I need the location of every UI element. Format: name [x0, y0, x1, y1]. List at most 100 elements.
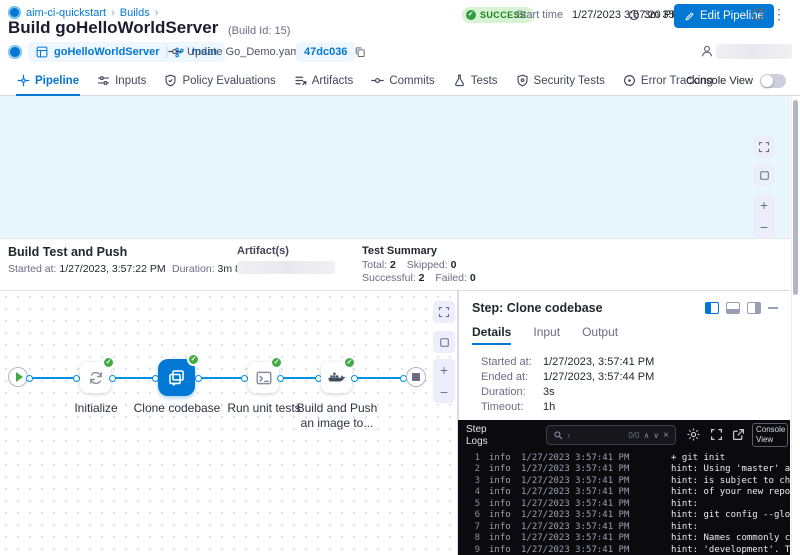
- build-tabs: Pipeline Inputs Policy Evaluations Artif…: [0, 66, 800, 96]
- breadcrumb-project[interactable]: aim-ci-quickstart: [26, 7, 106, 19]
- connector-dot: [73, 375, 80, 382]
- expand-canvas-button[interactable]: [433, 301, 455, 323]
- step-details-panel: Step: Clone codebase Details Input Outpu…: [458, 290, 790, 420]
- clone-codebase-icon: [167, 368, 186, 387]
- refresh-icon[interactable]: [750, 7, 765, 22]
- artifacts-icon: [294, 74, 307, 87]
- fullscreen-logs-icon[interactable]: [710, 428, 723, 441]
- step-node-initialize[interactable]: ✓: [80, 362, 111, 393]
- terminal-icon: [255, 369, 273, 387]
- stage-duration: Duration: 3m 8s: [172, 263, 246, 275]
- page-title: Build goHelloWorldServer: [8, 18, 218, 38]
- log-lines[interactable]: 1info1/27/2023 3:57:41 PM+ git init 2inf…: [458, 452, 790, 555]
- expand-canvas-button[interactable]: [753, 136, 775, 158]
- step-node-clone-codebase[interactable]: ✓: [158, 359, 195, 396]
- stage-started-at: Started at: 1/27/2023, 3:57:22 PM: [8, 263, 166, 275]
- minimize-panel-icon[interactable]: [768, 307, 778, 309]
- panel-layout-controls: [705, 302, 778, 314]
- breadcrumb-builds[interactable]: Builds: [120, 7, 150, 19]
- page-scrollbar-thumb[interactable]: [793, 100, 798, 295]
- tab-security-tests[interactable]: Security Tests: [507, 66, 614, 95]
- steps-start-node: [8, 367, 28, 387]
- connector-dot: [26, 375, 33, 382]
- fit-to-screen-button[interactable]: [433, 331, 455, 353]
- step-logs-console: Step Logs › 0/0 ∧ ∨ × Console View 1info…: [458, 420, 790, 555]
- artifacts-label: Artifact(s): [237, 245, 289, 257]
- step-panel-tabs: Details Input Output: [472, 325, 618, 345]
- log-line: 2info1/27/2023 3:57:41 PMhint: Using 'ma…: [458, 464, 790, 476]
- connector-dot: [277, 375, 284, 382]
- log-line: 4info1/27/2023 3:57:41 PMhint: of your n…: [458, 487, 790, 499]
- tab-tests[interactable]: Tests: [444, 66, 507, 95]
- tab-details[interactable]: Details: [472, 325, 511, 345]
- stage-graph-canvas[interactable]: ✓ Build Test and Push ✓ run integration …: [0, 96, 790, 238]
- step-logs-title: Step Logs: [466, 424, 500, 448]
- pipeline-name[interactable]: goHelloWorldServer: [54, 46, 160, 58]
- log-line: 6info1/27/2023 3:57:41 PMhint: git confi…: [458, 510, 790, 522]
- user-icon: [700, 44, 714, 58]
- step-node-run-unit-tests[interactable]: ✓: [248, 362, 279, 393]
- success-check-icon: ✓: [102, 356, 115, 369]
- test-summary-title: Test Summary: [362, 245, 437, 257]
- step-label[interactable]: Clone codebase: [131, 401, 223, 416]
- log-settings-gear-icon[interactable]: [686, 427, 701, 442]
- field-value: 1/27/2023, 3:57:41 PM: [543, 356, 654, 368]
- zoom-in-button[interactable]: +: [433, 359, 455, 381]
- tab-policy-evaluations[interactable]: Policy Evaluations: [155, 66, 284, 95]
- search-match-count: 0/0: [628, 431, 639, 440]
- start-time-label: Start time: [516, 9, 563, 21]
- pipeline-icon: [17, 74, 30, 87]
- step-label[interactable]: Build and Push an image to...: [291, 401, 383, 431]
- copy-icon[interactable]: [354, 46, 366, 58]
- field-value: 3s: [543, 386, 555, 398]
- zoom-out-button[interactable]: −: [753, 216, 775, 238]
- test-summary-row-2: Successful: 2 Failed: 0: [362, 272, 476, 284]
- stage-details-title: Build Test and Push: [8, 245, 127, 259]
- commits-icon: [371, 74, 384, 87]
- log-line: 1info1/27/2023 3:57:41 PM+ git init: [458, 452, 790, 464]
- connector-dot: [351, 375, 358, 382]
- search-prompt-icon: ›: [567, 430, 570, 440]
- commit-sha[interactable]: 47dc036: [296, 42, 355, 62]
- clear-search-icon[interactable]: ×: [663, 430, 669, 441]
- log-line: 3info1/27/2023 3:57:41 PMhint: is subjec…: [458, 475, 790, 487]
- tab-pipeline[interactable]: Pipeline: [8, 66, 88, 95]
- log-line: 9info1/27/2023 3:57:41 PMhint: 'developm…: [458, 544, 790, 555]
- next-match-icon[interactable]: ∨: [653, 431, 659, 440]
- tests-icon: [453, 74, 466, 87]
- console-view-toggle-row: Console View: [686, 66, 786, 95]
- commit-message: Update Go_Demo.yaml: [187, 46, 302, 58]
- step-node-build-and-push[interactable]: ✓: [321, 362, 352, 393]
- layout-left-split-icon[interactable]: [705, 302, 719, 314]
- log-search-box[interactable]: › 0/0 ∧ ∨ ×: [546, 425, 676, 445]
- tab-input[interactable]: Input: [533, 325, 560, 345]
- commit-message-row: Update Go_Demo.yaml: [168, 45, 302, 58]
- policy-icon: [164, 74, 177, 87]
- log-line: 7info1/27/2023 3:57:41 PMhint:: [458, 521, 790, 533]
- stop-icon: [412, 373, 420, 381]
- redacted-artifact: [237, 261, 335, 274]
- tab-artifacts[interactable]: Artifacts: [285, 66, 363, 95]
- test-summary-row-1: Total: 2 Skipped: 0: [362, 259, 456, 271]
- stage-details-bar: Build Test and Push Started at: 1/27/202…: [0, 238, 790, 290]
- steps-end-node: [406, 367, 426, 387]
- prev-match-icon[interactable]: ∧: [643, 431, 649, 440]
- step-label[interactable]: Initialize: [50, 401, 142, 416]
- connector-dot: [109, 375, 116, 382]
- tab-output[interactable]: Output: [582, 325, 618, 345]
- layout-bottom-split-icon[interactable]: [726, 302, 740, 314]
- console-view-button[interactable]: Console View: [752, 423, 788, 447]
- field-value: 1h: [543, 401, 555, 413]
- zoom-out-button[interactable]: −: [433, 381, 455, 403]
- zoom-in-button[interactable]: +: [753, 194, 775, 216]
- step-graph-canvas[interactable]: ✓ Initialize ✓ Clone codebase ✓ Run unit…: [0, 290, 458, 555]
- open-in-new-icon[interactable]: [732, 428, 745, 441]
- tab-inputs[interactable]: Inputs: [88, 66, 155, 95]
- tab-commits[interactable]: Commits: [362, 66, 443, 95]
- field-value: 1/27/2023, 3:57:44 PM: [543, 371, 654, 383]
- connector-dot: [241, 375, 248, 382]
- layout-right-split-icon[interactable]: [747, 302, 761, 314]
- fit-to-screen-button[interactable]: [753, 164, 775, 186]
- more-options-icon[interactable]: ⋮: [772, 6, 786, 23]
- console-view-toggle[interactable]: [760, 74, 786, 88]
